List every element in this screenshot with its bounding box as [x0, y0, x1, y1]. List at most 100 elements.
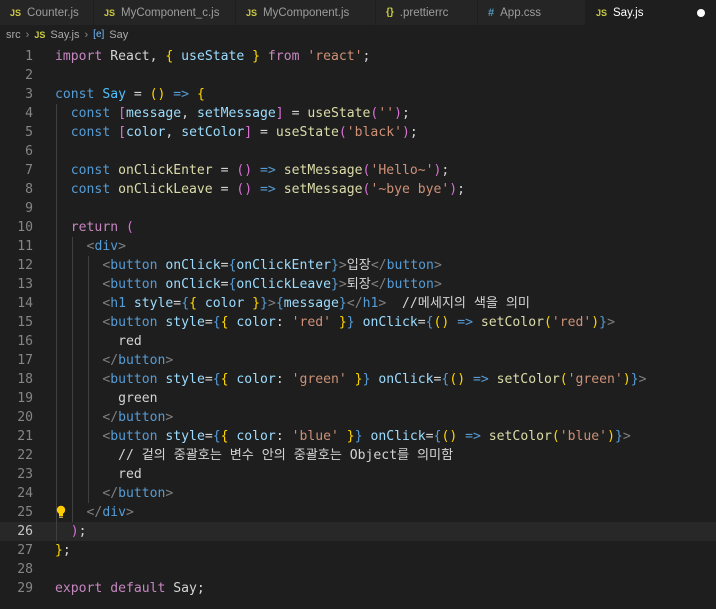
code-line[interactable]: 15 <button style={{ color: 'red' }} onCl… — [0, 313, 716, 332]
code-line[interactable]: 18 <button style={{ color: 'green' }} on… — [0, 370, 716, 389]
code-token: > — [622, 429, 631, 444]
code-editor[interactable]: 1 import React, { useState } from 'react'… — [0, 44, 716, 609]
code-token: const — [70, 125, 111, 140]
breadcrumb-symbol[interactable]: Say — [109, 29, 128, 41]
code-line[interactable]: 16 red — [0, 332, 716, 351]
code-text: <button style={{ color: 'red' }} onClick… — [55, 313, 615, 332]
code-token: } — [338, 296, 347, 311]
code-line[interactable]: 22 // 겉의 중괄호는 변수 안의 중괄호는 Object를 의미함 — [0, 446, 716, 465]
line-number: 29 — [17, 581, 33, 596]
code-token: ; — [401, 106, 410, 121]
lightbulb-icon[interactable] — [56, 505, 66, 519]
line-number: 20 — [17, 410, 33, 425]
line-number: 16 — [17, 334, 33, 349]
code-token: [ — [118, 125, 126, 140]
code-token: = — [212, 182, 237, 197]
code-line[interactable]: 13 <button onClick={onClickLeave}>퇴장</bu… — [0, 275, 716, 294]
tab-counter-js[interactable]: JS Counter.js — [0, 0, 94, 25]
tab-label: MyComponent_c.js — [121, 6, 220, 19]
tab-app-css[interactable]: # App.css — [478, 0, 586, 25]
code-token: Say; — [165, 581, 205, 596]
line-number: 25 — [17, 505, 33, 520]
code-line[interactable]: 23 red — [0, 465, 716, 484]
code-line[interactable]: 26 ); — [0, 522, 716, 541]
code-token: ] — [244, 125, 253, 140]
code-token: h1 — [110, 296, 126, 311]
code-line[interactable]: 4 const [message, setMessage] = useState… — [0, 104, 716, 123]
code-line[interactable]: 12 <button onClick={onClickEnter}>입장</bu… — [0, 256, 716, 275]
code-token: ( — [551, 429, 560, 444]
unsaved-dot-icon[interactable] — [697, 8, 705, 17]
code-token: 'Hello~' — [370, 163, 434, 178]
code-line[interactable]: 9 — [0, 199, 716, 218]
code-token: = — [173, 296, 182, 311]
code-line[interactable]: 28 — [0, 560, 716, 579]
code-text: <button style={{ color: 'green' }} onCli… — [55, 370, 646, 389]
chevron-right-icon: › — [25, 28, 30, 41]
code-token: () — [433, 315, 450, 330]
code-line[interactable]: 24 </button> — [0, 484, 716, 503]
code-line[interactable]: 1 import React, { useState } from 'react'… — [0, 47, 716, 66]
tab--prettierrc[interactable]: {} .prettierrc — [376, 0, 478, 25]
code-line[interactable]: 25 </div> — [0, 503, 716, 522]
breadcrumb-file[interactable]: Say.js — [50, 29, 79, 41]
code-token: { — [189, 296, 197, 311]
code-token: } — [55, 543, 63, 558]
code-token: const — [70, 163, 111, 178]
code-line[interactable]: 10 return ( — [0, 218, 716, 237]
breadcrumb-folder[interactable]: src — [6, 29, 21, 41]
code-token: return — [70, 220, 119, 235]
code-text: red — [55, 332, 142, 351]
code-line[interactable]: 6 — [0, 142, 716, 161]
code-line[interactable]: 11 <div> — [0, 237, 716, 256]
line-number: 7 — [25, 163, 33, 178]
code-token: useState — [307, 106, 371, 121]
code-token: 'blue' — [559, 429, 608, 444]
code-token: setMessage — [196, 106, 276, 121]
code-token: } — [630, 372, 639, 387]
code-token: // 겉의 중괄호는 변수 안의 중괄호는 Object를 의미함 — [55, 448, 454, 463]
code-text: <div> — [55, 237, 126, 256]
code-token: > — [638, 372, 647, 387]
code-token: button — [110, 429, 158, 444]
code-token: 'green' — [567, 372, 623, 387]
code-token: : — [275, 429, 292, 444]
code-line[interactable]: 29 export default Say; — [0, 579, 716, 598]
code-token: useState — [275, 125, 339, 140]
tab-mycomponent-js[interactable]: JS MyComponent.js — [236, 0, 376, 25]
code-token: const — [55, 87, 95, 102]
code-token: setColor — [496, 372, 560, 387]
tab-mycomponent-c-js[interactable]: JS MyComponent_c.js — [94, 0, 236, 25]
code-token: = — [204, 372, 213, 387]
code-line[interactable]: 14 <h1 style={{ color }}>{message}</h1> … — [0, 294, 716, 313]
code-line[interactable]: 17 </button> — [0, 351, 716, 370]
line-number: 23 — [17, 467, 33, 482]
code-line[interactable]: 27}; — [0, 541, 716, 560]
code-token: ( — [125, 220, 134, 235]
code-line[interactable]: 19 green — [0, 389, 716, 408]
code-text: <button onClick={onClickLeave}>퇴장</butto… — [55, 275, 442, 294]
code-line[interactable]: 5 const [color, setColor] = useState('bl… — [0, 123, 716, 142]
code-line[interactable]: 21 <button style={{ color: 'blue' }} onC… — [0, 427, 716, 446]
tab-label: MyComponent.js — [263, 6, 350, 19]
tab-say-js[interactable]: JS Say.js — [586, 0, 716, 25]
code-line[interactable]: 2 — [0, 66, 716, 85]
code-line[interactable]: 3 const Say = () => { — [0, 85, 716, 104]
code-token: 'red' — [291, 315, 332, 330]
code-token: => — [472, 372, 489, 387]
code-text: export default Say; — [55, 579, 205, 598]
code-token: color — [236, 372, 276, 387]
code-token: } — [614, 429, 623, 444]
code-line[interactable]: 7 const onClickEnter = () => setMessage(… — [0, 161, 716, 180]
code-line[interactable]: 20 </button> — [0, 408, 716, 427]
code-token: //메세지의 색을 의미 — [386, 296, 530, 311]
code-token: ; — [62, 543, 71, 558]
tab-label: Counter.js — [27, 6, 79, 19]
line-number: 9 — [25, 201, 33, 216]
code-token: () — [236, 182, 253, 197]
code-line[interactable]: 8 const onClickLeave = () => setMessage(… — [0, 180, 716, 199]
